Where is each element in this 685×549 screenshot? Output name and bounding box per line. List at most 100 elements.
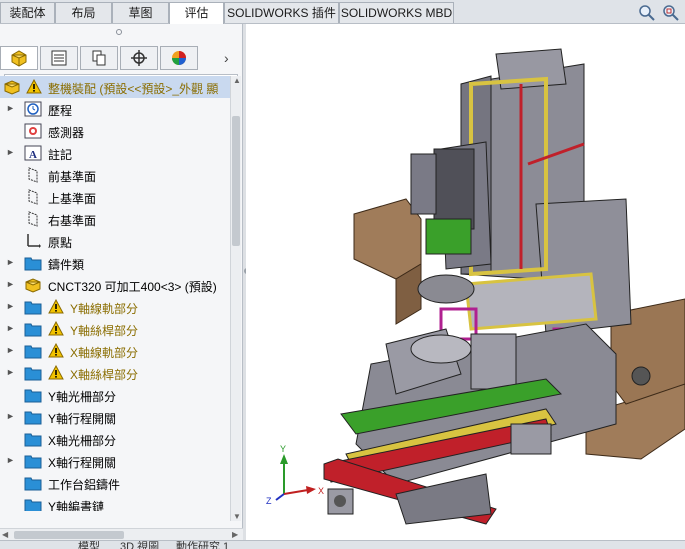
tree-item-right-plane[interactable]: 右基準面 <box>0 208 230 230</box>
tree-item-label: X軸絲桿部分 <box>70 368 139 382</box>
folder-icon <box>24 411 42 425</box>
tree-root-assembly[interactable]: 整機裝配 (預設<<預設>_外觀 顯 <box>0 76 230 98</box>
scroll-right-icon[interactable]: ▶ <box>232 530 238 539</box>
tab-label: SOLIDWORKS 插件 <box>227 6 336 20</box>
tree-item-top-plane[interactable]: 上基準面 <box>0 186 230 208</box>
feature-manager-icon <box>11 50 27 67</box>
warning-icon <box>26 79 42 94</box>
tree-item-y-rails[interactable]: ► Y軸線軌部分 <box>0 296 230 318</box>
tree-item-label: 工作台鋁鑄件 <box>48 478 121 492</box>
tab-assembly[interactable]: 装配体 <box>0 2 55 23</box>
tab-solidworks-mbd[interactable]: SOLIDWORKS MBD <box>339 2 454 23</box>
scroll-thumb[interactable] <box>232 116 240 246</box>
tab-model[interactable]: 模型 <box>78 541 100 549</box>
tree-item-y-scale[interactable]: Y軸光柵部分 <box>0 384 230 406</box>
folder-icon <box>24 345 42 359</box>
configuration-manager-tab[interactable] <box>80 46 118 70</box>
zoom-to-area-icon[interactable] <box>661 4 681 22</box>
dimxpert-manager-tab[interactable] <box>120 46 158 70</box>
scroll-thumb[interactable] <box>14 531 124 539</box>
tree-item-label: Y軸編書鏈 <box>48 500 105 511</box>
command-manager-tabs: 装配体 布局 草图 评估 SOLIDWORKS 插件 SOLIDWORKS MB… <box>0 0 685 25</box>
tree-item-x-screw[interactable]: ► X軸絲桿部分 <box>0 362 230 384</box>
tab-layout[interactable]: 布局 <box>55 2 112 23</box>
plane-icon <box>28 211 38 227</box>
tree-root-label: 整機裝配 (預設<<預設>_外觀 顯 <box>48 82 219 96</box>
expand-arrow-icon[interactable]: ► <box>6 455 15 465</box>
tree-item-front-plane[interactable]: 前基準面 <box>0 164 230 186</box>
tree-item-label: 前基準面 <box>48 170 97 184</box>
bottom-tabs: 模型 3D 視圖 動作研究 1 <box>0 540 685 549</box>
tree-item-x-scale[interactable]: X軸光柵部分 <box>0 428 230 450</box>
tree-item-castings[interactable]: ► 鑄件類 <box>0 252 230 274</box>
warning-icon <box>48 321 64 336</box>
folder-icon <box>24 433 42 447</box>
expand-arrow-icon[interactable]: ► <box>6 103 15 113</box>
folder-icon <box>24 477 42 491</box>
crosshair-icon <box>131 50 147 66</box>
tree-item-sensors[interactable]: 感測器 <box>0 120 230 142</box>
tree-item-label: 右基準面 <box>48 214 97 228</box>
tree-item-label: 歷程 <box>48 104 73 118</box>
tree-item-origin[interactable]: 原點 <box>0 230 230 252</box>
tree-item-label: 感測器 <box>48 126 85 140</box>
tab-label: 评估 <box>184 6 209 20</box>
tree-vertical-scrollbar[interactable]: ▲ ▼ <box>230 76 241 521</box>
expand-arrow-icon[interactable]: ► <box>6 345 15 355</box>
triad-y-label: Y <box>280 444 286 454</box>
expand-arrow-icon[interactable]: ► <box>6 301 15 311</box>
manager-tabs: › <box>0 44 243 72</box>
tree-item-x-rails[interactable]: ► X軸線軌部分 <box>0 340 230 362</box>
expand-arrow-icon[interactable]: ► <box>6 279 15 289</box>
expand-arrow-icon[interactable]: ► <box>6 411 15 421</box>
expand-arrow-icon[interactable]: ► <box>6 323 15 333</box>
tree-item-label: X軸光柵部分 <box>48 434 117 448</box>
tree-item-y-cable-chain[interactable]: Y軸編書鏈 <box>0 494 230 511</box>
folder-icon <box>24 499 42 511</box>
chevron-right-icon[interactable]: › <box>224 50 229 66</box>
tab-sketch[interactable]: 草图 <box>112 2 169 23</box>
folder-icon <box>24 323 42 337</box>
expand-arrow-icon[interactable]: ► <box>6 367 15 377</box>
origin-icon <box>27 234 41 248</box>
panel-grip[interactable] <box>116 29 122 35</box>
tab-label: 草图 <box>128 6 153 20</box>
property-manager-tab[interactable] <box>40 46 78 70</box>
z-axis-icon <box>275 493 285 501</box>
cnc-machine-model[interactable]: Y X Z <box>246 24 685 540</box>
tree-item-label: 上基準面 <box>48 192 97 206</box>
subassembly-icon <box>25 278 41 293</box>
tab-evaluate[interactable]: 评估 <box>169 2 224 25</box>
folder-icon <box>24 367 42 381</box>
plane-icon <box>28 189 38 205</box>
tree-item-cnc-subassembly[interactable]: ► CNCT320 可加工400<3> (預設) <box>0 274 230 296</box>
tree-item-y-limit-switch[interactable]: ► Y軸行程開關 <box>0 406 230 428</box>
tree-item-annotations[interactable]: ► A 註記 <box>0 142 230 164</box>
tree-item-table-casting[interactable]: 工作台鋁鑄件 <box>0 472 230 494</box>
tab-3d-view[interactable]: 3D 視圖 <box>120 541 159 549</box>
appearance-icon <box>172 51 186 65</box>
svg-text:A: A <box>29 149 37 161</box>
tree-item-history[interactable]: ► 歷程 <box>0 98 230 120</box>
display-manager-tab[interactable] <box>160 46 198 70</box>
tree-item-y-screw[interactable]: ► Y軸絲桿部分 <box>0 318 230 340</box>
tree-horizontal-scrollbar[interactable]: ◀ ▶ <box>0 528 243 540</box>
scroll-left-icon[interactable]: ◀ <box>2 530 8 539</box>
configuration-manager-icon <box>92 50 106 66</box>
warning-icon <box>48 299 64 314</box>
triad-x-label: X <box>318 486 324 496</box>
tab-solidworks-addins[interactable]: SOLIDWORKS 插件 <box>224 2 339 23</box>
scroll-up-icon[interactable]: ▲ <box>233 76 241 85</box>
folder-icon <box>24 257 42 271</box>
sensor-icon <box>24 123 42 139</box>
expand-arrow-icon[interactable]: ► <box>6 147 15 157</box>
feature-manager-tab[interactable] <box>0 46 38 70</box>
tree-item-label: X軸線軌部分 <box>70 346 139 360</box>
expand-arrow-icon[interactable]: ► <box>6 257 15 267</box>
tree-item-x-limit-switch[interactable]: ► X軸行程開關 <box>0 450 230 472</box>
warning-icon <box>48 343 64 358</box>
zoom-to-fit-icon[interactable] <box>637 4 657 22</box>
scroll-down-icon[interactable]: ▼ <box>233 512 241 521</box>
graphics-area[interactable]: Y X Z <box>246 24 685 540</box>
tab-motion-study[interactable]: 動作研究 1 <box>176 541 229 549</box>
